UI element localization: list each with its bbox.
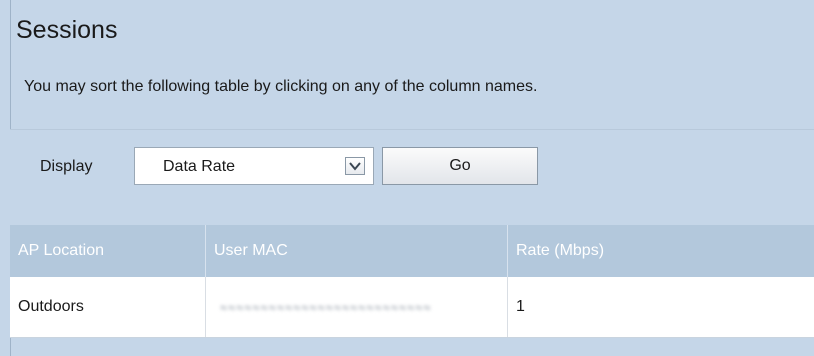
display-select[interactable]: Data Rate: [134, 147, 374, 185]
chevron-down-icon[interactable]: [345, 157, 365, 175]
display-label: Display: [40, 158, 93, 175]
redacted-mac-address: ≈≈≈≈≈≈≈≈≈≈≈≈≈≈≈≈≈≈≈≈≈≈≈≈≈≈≈≈: [220, 301, 432, 315]
page-description: You may sort the following table by clic…: [24, 78, 538, 95]
cell-user-mac: ≈≈≈≈≈≈≈≈≈≈≈≈≈≈≈≈≈≈≈≈≈≈≈≈≈≈≈≈: [206, 277, 508, 337]
table-row: Outdoors ≈≈≈≈≈≈≈≈≈≈≈≈≈≈≈≈≈≈≈≈≈≈≈≈≈≈≈≈ 1: [10, 277, 814, 338]
column-header-rate[interactable]: Rate (Mbps): [508, 225, 814, 277]
go-button[interactable]: Go: [382, 147, 538, 185]
page-title: Sessions: [16, 16, 118, 44]
table-header: AP Location User MAC Rate (Mbps): [10, 225, 814, 277]
display-toolbar: Display Data Rate Go: [10, 129, 814, 226]
column-header-ap-location[interactable]: AP Location: [10, 225, 206, 277]
cell-rate: 1: [516, 298, 525, 315]
column-header-user-mac[interactable]: User MAC: [206, 225, 508, 277]
sessions-table: AP Location User MAC Rate (Mbps) Outdoor…: [10, 225, 814, 338]
cell-ap-location: Outdoors: [10, 277, 206, 337]
display-select-value: Data Rate: [163, 158, 236, 175]
